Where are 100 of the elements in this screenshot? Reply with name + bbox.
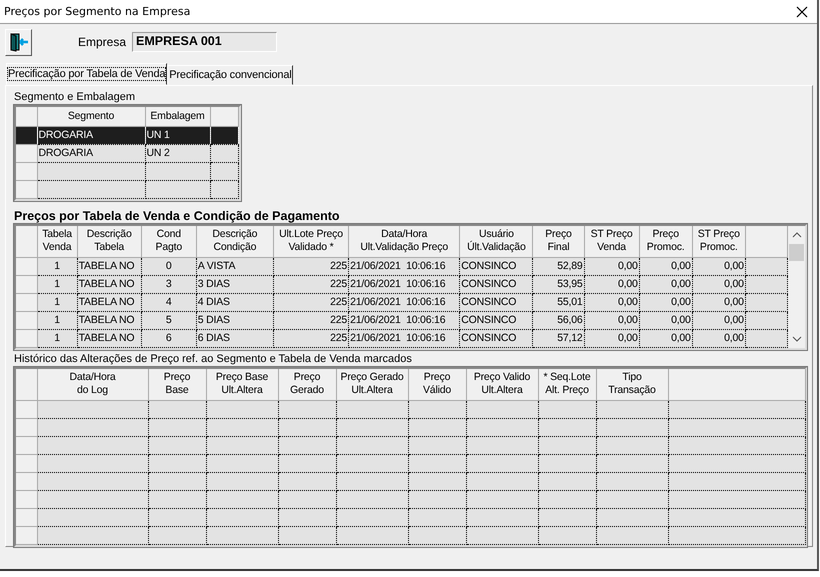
table-cell: 225 [273,330,349,348]
table-cell: 55,01 [532,294,584,312]
empresa-label: Empresa [78,35,126,49]
section-title: Preços por Tabela de Venda e Condição de Pagamento [14,208,341,224]
exit-button[interactable] [5,28,32,56]
header-corner [16,107,37,126]
table-cell: 0,00 [584,294,640,312]
column-header[interactable]: Preço Base [148,369,206,400]
table-cell: 52,89 [532,258,584,276]
column-header[interactable]: Segmento [37,107,145,126]
table-cell: 0,00 [639,294,692,312]
column-header[interactable]: Preço Promoc. [639,226,692,258]
table-cell: 0,00 [584,312,640,330]
table-cell: 57,12 [532,330,584,348]
column-header[interactable]: Ult.Lote Preço Validado * [273,226,349,258]
table-cell: 3 DIAS [196,276,274,294]
table-cell: CONSINCO [460,294,533,312]
column-header [210,107,238,126]
table-cell: 0,00 [692,258,746,276]
column-header[interactable]: Embalagem [145,107,210,126]
table-cell: 0,00 [639,330,692,348]
tab[interactable]: Precificação por Tabela de Venda [6,63,168,85]
table-cell: 1 [37,312,78,330]
column-header[interactable]: Data/Hora do Log [37,369,148,400]
table-cell: 6 DIAS [196,330,274,348]
table-cell: 21/06/2021 10:06:16 [348,258,460,276]
header-corner [16,369,37,400]
table-cell: 6 [141,330,196,348]
column-header[interactable]: Usuário Últ.Validação [460,226,533,258]
header-corner [16,226,38,258]
section-label: Histórico das Alterações de Preço ref. ao Segmento e Tabela de Venda marcados [14,353,413,367]
table-cell: 0,00 [639,312,692,330]
table-cell: 0,00 [692,294,746,312]
column-header[interactable]: Preço Final [532,226,584,258]
scroll-up-icon[interactable] [792,232,802,238]
table-cell: 0,00 [692,330,746,348]
table-cell: 225 [273,294,349,312]
column-header[interactable]: Preço Gerado Ult.Altera [336,369,408,400]
table-cell: 5 [141,312,196,330]
scroll-down-icon[interactable] [792,336,802,342]
table-cell: 21/06/2021 10:06:16 [348,312,460,330]
column-header[interactable]: Preço Válido [408,369,466,400]
column-header[interactable]: Preço Valido Ult.Altera [466,369,538,400]
table-cell: 1 [37,276,78,294]
empresa-field[interactable]: EMPRESA 001 [132,32,278,52]
column-header[interactable]: * Seq.Lote Alt. Preço [538,369,596,400]
table-cell: A VISTA [196,258,274,276]
table-cell: 0,00 [639,258,692,276]
table-cell: 1 [37,330,78,348]
table-cell: 0,00 [692,276,746,294]
column-header[interactable]: Descrição Condição [196,226,274,258]
column-header[interactable]: Tipo Transação [596,369,668,400]
table-cell: DROGARIA [37,144,145,162]
table-cell: 5 DIAS [196,312,274,330]
table-cell: 21/06/2021 10:06:16 [348,294,460,312]
table-cell: 53,95 [532,276,584,294]
table-cell: 3 [141,276,196,294]
column-header[interactable]: Preço Gerado [278,369,336,400]
window-title: Preços por Segmento na Empresa [4,5,190,18]
table-cell: UN 2 [145,144,210,162]
table-cell: 0,00 [639,276,692,294]
door-arrow-icon [8,32,28,52]
table-cell: 225 [273,312,349,330]
table-cell: CONSINCO [460,258,533,276]
table-cell: CONSINCO [460,330,533,348]
column-header[interactable]: Tabela Venda [37,226,78,258]
table-cell: 0,00 [584,276,640,294]
table-cell: 1 [37,258,78,276]
table-cell: UN 1 [145,126,210,144]
column-header[interactable]: ST Preço Venda [584,226,640,258]
scroll-bar[interactable] [788,226,805,348]
table-cell: 4 DIAS [196,294,274,312]
table-cell: 21/06/2021 10:06:16 [348,276,460,294]
table-cell: 21/06/2021 10:06:16 [348,330,460,348]
tab[interactable]: Precificação convencional [167,65,294,85]
table-cell: 4 [141,294,196,312]
table-cell: 0 [141,258,196,276]
close-icon[interactable] [796,6,808,18]
table-cell: 225 [273,276,349,294]
column-header[interactable]: Data/Hora Ult.Validação Preço [348,226,460,258]
table-cell: CONSINCO [460,276,533,294]
table-cell: 0,00 [584,258,640,276]
column-header [745,226,788,258]
table-cell: TABELA NO [77,294,142,312]
table-cell: 0,00 [584,330,640,348]
table-cell: TABELA NO [77,276,142,294]
table-cell: TABELA NO [77,330,142,348]
column-header[interactable]: Descrição Tabela [77,226,142,258]
table-cell: 225 [273,258,349,276]
table-cell: 56,06 [532,312,584,330]
section-label: Segmento e Embalagem [14,91,136,105]
column-header[interactable]: Cond Pagto [141,226,196,258]
table-cell: TABELA NO [77,312,142,330]
table-cell: CONSINCO [460,312,533,330]
table-cell: TABELA NO [77,258,142,276]
scroll-thumb[interactable] [789,244,804,260]
column-header[interactable]: ST Preço Promoc. [692,226,746,258]
table-cell: 1 [37,294,78,312]
column-header[interactable]: Preço Base Ult.Altera [206,369,278,400]
table-cell: DROGARIA [37,126,145,144]
